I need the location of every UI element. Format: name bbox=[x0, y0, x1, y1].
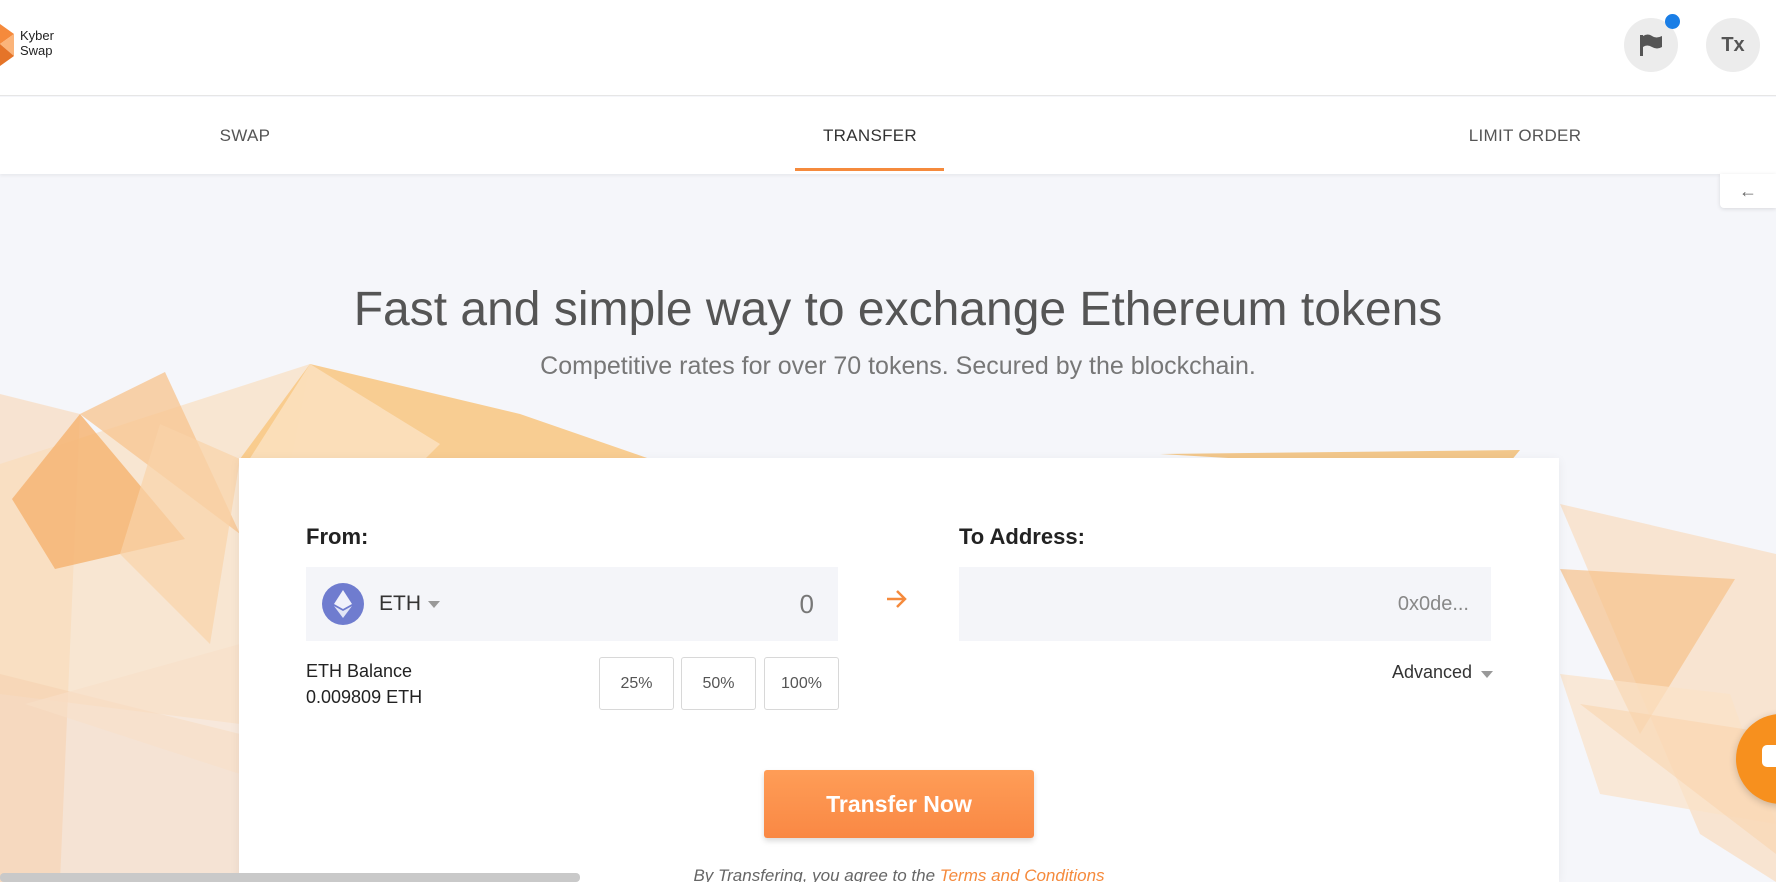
chevron-down-icon[interactable] bbox=[1481, 671, 1493, 678]
logo-line-1: Kyber bbox=[20, 28, 54, 43]
active-tab-indicator bbox=[795, 168, 944, 171]
horizontal-scrollbar[interactable] bbox=[0, 873, 580, 882]
logo-line-2: Swap bbox=[20, 43, 53, 58]
transactions-button[interactable]: Tx bbox=[1706, 18, 1760, 72]
from-token-input[interactable]: ETH 0 bbox=[306, 567, 838, 641]
notification-dot bbox=[1665, 14, 1680, 29]
to-address-label: To Address: bbox=[959, 524, 1085, 549]
page-title: Fast and simple way to exchange Ethereum… bbox=[353, 283, 1443, 336]
balance-value[interactable]: 0.009809 ETH bbox=[306, 684, 422, 710]
arrow-right-icon bbox=[887, 590, 907, 608]
eth-icon bbox=[322, 583, 364, 625]
page-subtitle: Competitive rates for over 70 tokens. Se… bbox=[540, 352, 1256, 380]
percent-50-button[interactable]: 50% bbox=[681, 657, 756, 710]
transfer-card: From: ETH 0 To Address: 0x0de... ETH Bal… bbox=[239, 458, 1559, 882]
balance-label: ETH Balance bbox=[306, 661, 413, 681]
percent-25-button[interactable]: 25% bbox=[599, 657, 674, 710]
top-bar: Kyber Swap Tx bbox=[0, 0, 1776, 96]
advanced-toggle[interactable]: Advanced bbox=[1392, 662, 1472, 683]
amount-input[interactable]: 0 bbox=[800, 589, 814, 620]
percent-100-button[interactable]: 100% bbox=[764, 657, 839, 710]
to-address-input[interactable]: 0x0de... bbox=[959, 567, 1491, 641]
tab-bar: SWAP TRANSFER LIMIT ORDER bbox=[0, 97, 1776, 174]
chevron-down-icon[interactable] bbox=[428, 601, 440, 608]
token-selector[interactable]: ETH bbox=[379, 592, 421, 616]
flag-icon bbox=[1640, 34, 1662, 56]
logo-text: Kyber Swap bbox=[20, 28, 54, 58]
tab-limit-order[interactable]: LIMIT ORDER bbox=[1430, 97, 1620, 174]
transfer-now-button[interactable]: Transfer Now bbox=[764, 770, 1034, 838]
from-label: From: bbox=[306, 524, 369, 549]
chat-icon bbox=[1762, 745, 1776, 767]
terms-link[interactable]: Terms and Conditions bbox=[940, 866, 1105, 882]
terms-prefix: By Transfering, you agree to the bbox=[693, 866, 940, 882]
tab-swap[interactable]: SWAP bbox=[150, 97, 340, 174]
tab-transfer[interactable]: TRANSFER bbox=[795, 97, 945, 174]
balance-info: ETH Balance 0.009809 ETH bbox=[306, 658, 422, 710]
to-address-placeholder: 0x0de... bbox=[1397, 593, 1469, 615]
